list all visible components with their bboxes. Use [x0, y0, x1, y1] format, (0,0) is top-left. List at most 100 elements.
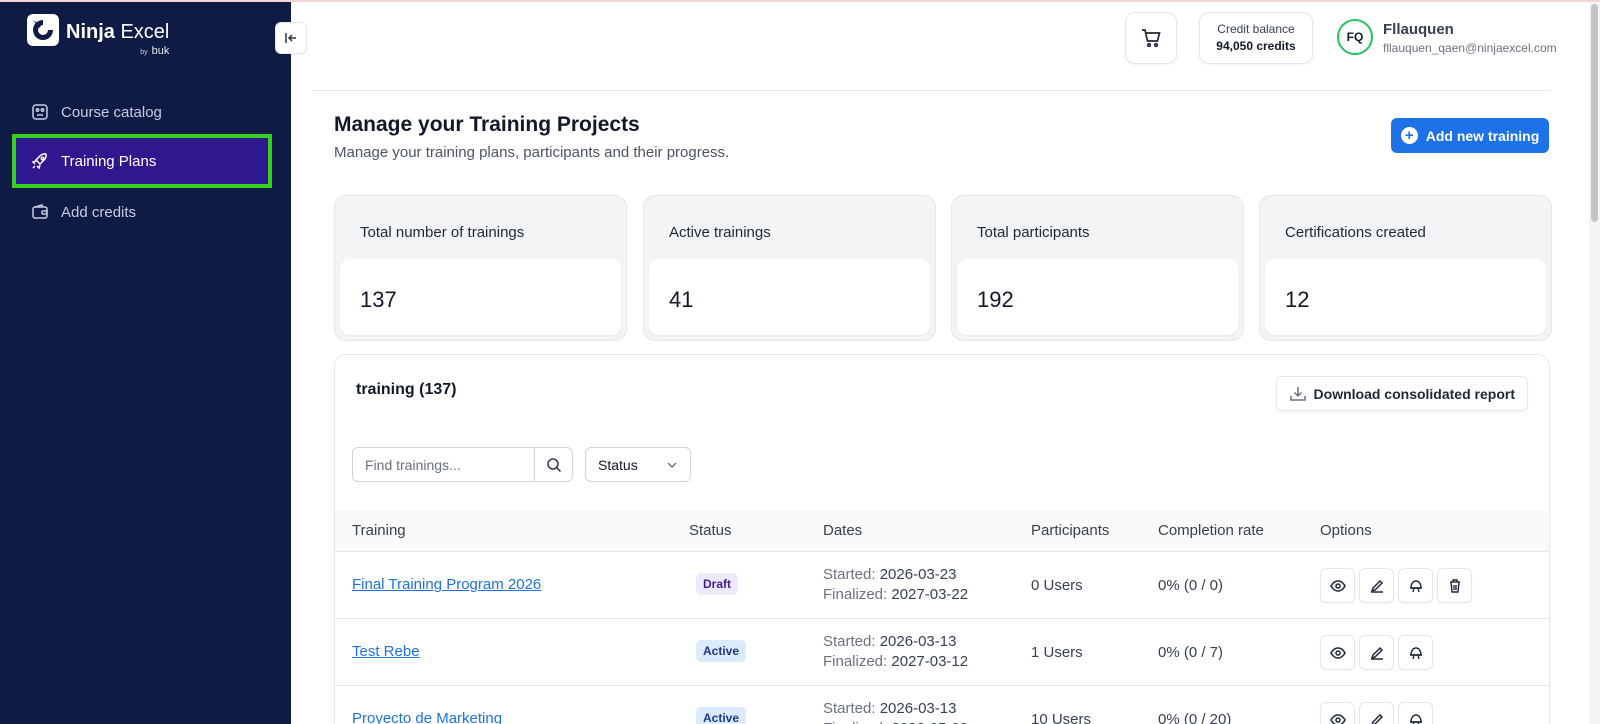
search-input[interactable] — [353, 448, 534, 481]
sidebar-item-training-plans[interactable]: Training Plans — [12, 134, 272, 188]
completion-rate: 0% (0 / 7) — [1158, 644, 1224, 661]
sidebar-nav: Course catalog Training Plans Add credit… — [12, 92, 272, 236]
bell-certificate-icon — [1408, 712, 1424, 724]
edit-button[interactable] — [1359, 568, 1394, 603]
stat-card-total-participants: Total participants 192 — [951, 195, 1244, 341]
column-header-status[interactable]: Status — [689, 522, 732, 539]
participants-count: 1 Users — [1031, 644, 1083, 661]
credit-balance[interactable]: Credit balance 94,050 credits — [1199, 12, 1313, 64]
column-header-completion-rate[interactable]: Completion rate — [1158, 522, 1264, 539]
chevron-down-icon — [666, 459, 678, 471]
eye-icon — [1329, 578, 1346, 594]
sidebar-item-course-catalog[interactable]: Course catalog — [14, 92, 270, 132]
view-button[interactable] — [1320, 702, 1355, 724]
certificate-button[interactable] — [1398, 702, 1433, 724]
finalized-label: Finalized: — [823, 720, 887, 724]
started-label: Started: — [823, 566, 876, 583]
finalized-date: 2027-03-22 — [891, 586, 969, 603]
panel-title: training (137) — [356, 381, 457, 398]
credit-balance-value: 94,050 credits — [1216, 39, 1296, 53]
stat-value: 192 — [977, 287, 1014, 312]
collapse-sidebar-button[interactable] — [275, 22, 307, 54]
delete-button[interactable] — [1437, 568, 1472, 603]
edit-button[interactable] — [1359, 635, 1394, 670]
pencil-icon — [1369, 645, 1385, 661]
started-label: Started: — [823, 633, 876, 650]
credit-balance-label: Credit balance — [1217, 22, 1295, 36]
training-dates: Started: 2026-03-13 Finalized: 2026-05-0… — [823, 699, 968, 724]
table-row: Test Rebe Active Started: 2026-03-13 Fin… — [335, 619, 1549, 686]
add-new-training-label: Add new training — [1425, 127, 1540, 144]
add-new-training-button[interactable]: + Add new training — [1391, 118, 1549, 153]
robot-icon — [30, 102, 50, 122]
started-date: 2026-03-13 — [879, 700, 957, 717]
status-badge: Draft — [696, 573, 739, 595]
stat-card-total-trainings: Total number of trainings 137 — [334, 195, 627, 341]
brand-name-bold: Ninja — [66, 21, 115, 43]
table-row: Proyecto de Marketing Active Started: 20… — [335, 686, 1549, 724]
download-report-button[interactable]: Download consolidated report — [1275, 376, 1528, 411]
column-header-options: Options — [1320, 522, 1372, 539]
avatar[interactable]: FQ — [1337, 19, 1373, 55]
wallet-icon — [30, 202, 50, 222]
ninja-logo-icon — [27, 14, 59, 46]
training-name-link[interactable]: Test Rebe — [352, 643, 420, 660]
training-name-link[interactable]: Final Training Program 2026 — [352, 576, 541, 593]
column-header-dates[interactable]: Dates — [823, 522, 862, 539]
sidebar-item-add-credits[interactable]: Add credits — [14, 192, 270, 232]
column-header-training[interactable]: Training — [352, 522, 406, 539]
participants-count: 0 Users — [1031, 577, 1083, 594]
table-row: Final Training Program 2026 Draft Starte… — [335, 552, 1549, 619]
edit-button[interactable] — [1359, 702, 1394, 724]
sidebar-item-label: Add credits — [61, 203, 137, 221]
trash-icon — [1447, 578, 1463, 594]
sidebar: Ninja Excel by buk Course catalog Trainin… — [0, 0, 291, 724]
brand-logo[interactable]: Ninja Excel by buk — [27, 14, 169, 57]
stat-label: Active trainings — [669, 224, 771, 241]
pencil-icon — [1369, 578, 1385, 594]
search-button[interactable] — [534, 448, 572, 481]
stat-label: Certifications created — [1285, 224, 1426, 241]
status-filter-select[interactable]: Status — [585, 447, 691, 482]
search-box — [352, 447, 573, 482]
finalized-date: 2026-05-09 — [891, 720, 968, 724]
view-button[interactable] — [1320, 568, 1355, 603]
plus-circle-icon: + — [1400, 127, 1418, 144]
stat-label: Total participants — [977, 224, 1090, 241]
stat-label: Total number of trainings — [360, 224, 525, 241]
brand-name-regular: Excel — [120, 21, 170, 43]
certificate-button[interactable] — [1398, 568, 1433, 603]
status-badge: Active — [696, 640, 747, 662]
started-label: Started: — [823, 700, 876, 717]
eye-icon — [1329, 645, 1346, 661]
finalized-label: Finalized: — [823, 653, 888, 670]
download-icon — [1289, 385, 1307, 403]
user-name: Fllauquen — [1383, 21, 1454, 38]
brand-by: by — [140, 49, 148, 56]
scrollbar-thumb[interactable] — [1591, 4, 1598, 222]
page-title: Manage your Training Projects — [334, 113, 640, 136]
sidebar-item-label: Course catalog — [61, 103, 162, 121]
certificate-button[interactable] — [1398, 635, 1433, 670]
user-email: fllauquen_qaen@ninjaexcel.com — [1383, 41, 1557, 55]
cart-icon — [1139, 26, 1163, 50]
stat-value: 137 — [360, 287, 397, 312]
finalized-label: Finalized: — [823, 586, 888, 603]
page-scrollbar[interactable] — [1589, 0, 1600, 724]
cart-button[interactable] — [1125, 12, 1177, 64]
training-dates: Started: 2026-03-13 Finalized: 2027-03-1… — [823, 632, 968, 672]
column-header-participants[interactable]: Participants — [1031, 522, 1109, 539]
page-subtitle: Manage your training plans, participants… — [334, 144, 730, 161]
finalized-date: 2027-03-12 — [891, 653, 969, 670]
brand-partner: buk — [151, 45, 170, 57]
collapse-left-icon — [284, 31, 298, 45]
started-date: 2026-03-13 — [879, 633, 957, 650]
rocket-icon — [30, 151, 50, 171]
bell-certificate-icon — [1408, 578, 1424, 594]
table-header: Training Status Dates Participants Compl… — [335, 510, 1549, 552]
completion-rate: 0% (0 / 20) — [1158, 711, 1232, 724]
view-button[interactable] — [1320, 635, 1355, 670]
started-date: 2026-03-23 — [879, 566, 957, 583]
training-name-link[interactable]: Proyecto de Marketing — [352, 710, 502, 724]
stat-card-active-trainings: Active trainings 41 — [643, 195, 936, 341]
